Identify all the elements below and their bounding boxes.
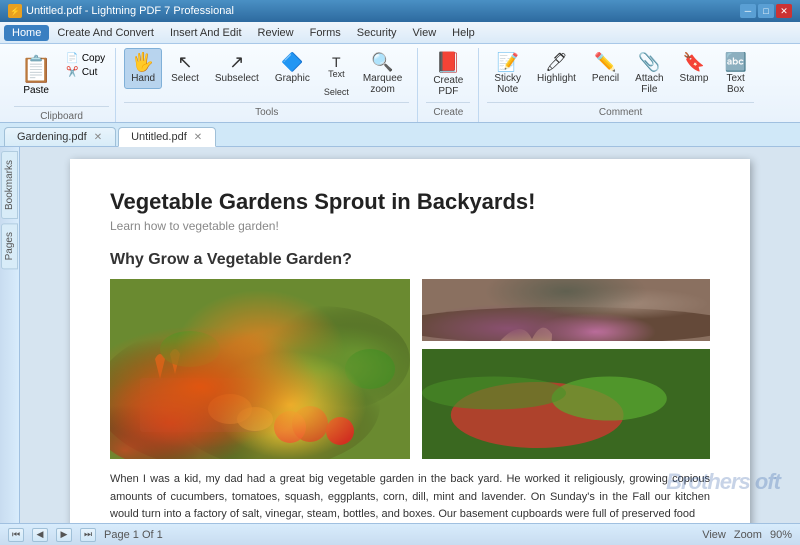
- menu-review[interactable]: Review: [250, 25, 302, 41]
- tab-gardening[interactable]: Gardening.pdf ✕: [4, 127, 116, 146]
- tools-group: 🖐 Hand ↖ Select ↗ Subselect 🔷 Graphic: [116, 48, 418, 122]
- title-bar: ⚡ Untitled.pdf - Lightning PDF 7 Profess…: [0, 0, 800, 22]
- attach-file-icon: 📎: [638, 53, 660, 71]
- cut-button[interactable]: ✂️ Cut: [62, 66, 109, 79]
- status-left: ⏮ ◀ ▶ ⏭ Page 1 Of 1: [8, 528, 163, 542]
- document-subtitle: Learn how to vegetable garden!: [110, 219, 710, 233]
- maximize-button[interactable]: □: [758, 4, 774, 18]
- status-right: View Zoom 90%: [702, 529, 792, 541]
- highlight-button[interactable]: 🖊 Highlight: [530, 48, 583, 89]
- highlight-icon: 🖊: [545, 53, 568, 71]
- attach-file-button[interactable]: 📎 Attach File: [628, 48, 670, 100]
- cut-copy-area: 📄 Copy ✂️ Cut: [62, 52, 109, 106]
- text-icon: T: [332, 55, 341, 69]
- paste-icon: 📋: [20, 54, 52, 85]
- nav-first-button[interactable]: ⏮: [8, 528, 24, 542]
- zoom-percent: 90%: [770, 529, 792, 541]
- tab-untitled[interactable]: Untitled.pdf ✕: [118, 127, 216, 147]
- stamp-icon: 🔖: [683, 53, 705, 71]
- zoom-label: Zoom: [734, 529, 762, 541]
- tab-bar: Gardening.pdf ✕ Untitled.pdf ✕: [0, 123, 800, 147]
- section1-title: Why Grow a Vegetable Garden?: [110, 251, 710, 269]
- tab-untitled-close[interactable]: ✕: [193, 132, 203, 143]
- copy-icon: 📄: [66, 53, 78, 64]
- menu-security[interactable]: Security: [349, 25, 405, 41]
- graphic-tool-button[interactable]: 🔷 Graphic: [268, 48, 317, 89]
- document-title: Vegetable Gardens Sprout in Backyards!: [110, 189, 710, 215]
- sticky-note-button[interactable]: 📝 Sticky Note: [487, 48, 528, 100]
- document-body-text: When I was a kid, my dad had a great big…: [110, 471, 710, 523]
- clipboard-label: Clipboard: [14, 106, 109, 122]
- create-label: Create: [426, 102, 470, 118]
- comment-label: Comment: [487, 102, 754, 118]
- close-button[interactable]: ✕: [776, 4, 792, 18]
- create-pdf-button[interactable]: 📕 Create PDF: [426, 48, 470, 102]
- side-panel: Bookmarks Pages: [0, 147, 20, 523]
- menu-create-convert[interactable]: Create And Convert: [49, 25, 162, 41]
- gardening-hands-image: [422, 279, 710, 341]
- window-title: Untitled.pdf - Lightning PDF 7 Professio…: [26, 5, 234, 17]
- tab-untitled-label: Untitled.pdf: [131, 131, 187, 143]
- sticky-note-icon: 📝: [496, 53, 518, 71]
- cut-icon: ✂️: [66, 67, 78, 78]
- text-box-button[interactable]: 🔤 Text Box: [717, 48, 753, 100]
- select-icon: ↖: [177, 53, 192, 71]
- nav-prev-button[interactable]: ◀: [32, 528, 48, 542]
- title-bar-left: ⚡ Untitled.pdf - Lightning PDF 7 Profess…: [8, 4, 234, 18]
- ribbon: 📋 Paste 📄 Copy ✂️ Cut Clipboard: [0, 44, 800, 123]
- document-area[interactable]: Vegetable Gardens Sprout in Backyards! L…: [20, 147, 800, 523]
- pages-tab[interactable]: Pages: [1, 223, 18, 269]
- hand-icon: 🖐: [132, 53, 154, 71]
- bottom-right-image: [422, 349, 710, 459]
- select-tool-button[interactable]: ↖ Select: [164, 48, 206, 89]
- comment-group: 📝 Sticky Note 🖊 Highlight ✏️ Pencil 📎 At…: [479, 48, 762, 122]
- marquee-tool-button[interactable]: 🔍 Marquee zoom: [356, 48, 409, 100]
- menu-view[interactable]: View: [405, 25, 445, 41]
- menu-help[interactable]: Help: [444, 25, 483, 41]
- page-info: Page 1 Of 1: [104, 529, 163, 541]
- bookmarks-tab[interactable]: Bookmarks: [1, 151, 18, 219]
- paste-button[interactable]: 📋 Paste: [14, 52, 58, 106]
- pencil-button[interactable]: ✏️ Pencil: [585, 48, 626, 89]
- app-icon: ⚡: [8, 4, 22, 18]
- nav-next-button[interactable]: ▶: [56, 528, 72, 542]
- menu-bar: Home Create And Convert Insert And Edit …: [0, 22, 800, 44]
- tab-gardening-close[interactable]: ✕: [93, 132, 103, 143]
- copy-button[interactable]: 📄 Copy: [62, 52, 109, 65]
- subselect-icon: ↗: [229, 53, 244, 71]
- stamp-button[interactable]: 🔖 Stamp: [673, 48, 716, 89]
- text-select-button[interactable]: Select: [319, 84, 354, 100]
- vegetables-image: [110, 279, 410, 459]
- create-pdf-icon: 📕: [436, 53, 461, 73]
- paste-label: Paste: [23, 85, 49, 96]
- pencil-icon: ✏️: [594, 53, 616, 71]
- document-images: [110, 279, 710, 459]
- subselect-tool-button[interactable]: ↗ Subselect: [208, 48, 266, 89]
- minimize-button[interactable]: ─: [740, 4, 756, 18]
- title-bar-controls: ─ □ ✕: [740, 4, 792, 18]
- tools-label: Tools: [124, 102, 409, 118]
- menu-insert-edit[interactable]: Insert And Edit: [162, 25, 250, 41]
- menu-forms[interactable]: Forms: [302, 25, 349, 41]
- hand-tool-button[interactable]: 🖐 Hand: [124, 48, 162, 89]
- create-group: 📕 Create PDF Create: [418, 48, 479, 122]
- document-page: Vegetable Gardens Sprout in Backyards! L…: [70, 159, 750, 523]
- status-bar: ⏮ ◀ ▶ ⏭ Page 1 Of 1 View Zoom 90%: [0, 523, 800, 545]
- tab-gardening-label: Gardening.pdf: [17, 131, 87, 143]
- menu-home[interactable]: Home: [4, 25, 49, 41]
- clipboard-group: 📋 Paste 📄 Copy ✂️ Cut Clipboard: [8, 48, 116, 122]
- content-area: Bookmarks Pages Vegetable Gardens Sprout…: [0, 147, 800, 523]
- text-box-icon: 🔤: [724, 53, 746, 71]
- nav-last-button[interactable]: ⏭: [80, 528, 96, 542]
- text-tool-button[interactable]: T Text: [319, 52, 354, 82]
- marquee-icon: 🔍: [371, 53, 393, 71]
- view-label: View: [702, 529, 726, 541]
- graphic-icon: 🔷: [281, 53, 303, 71]
